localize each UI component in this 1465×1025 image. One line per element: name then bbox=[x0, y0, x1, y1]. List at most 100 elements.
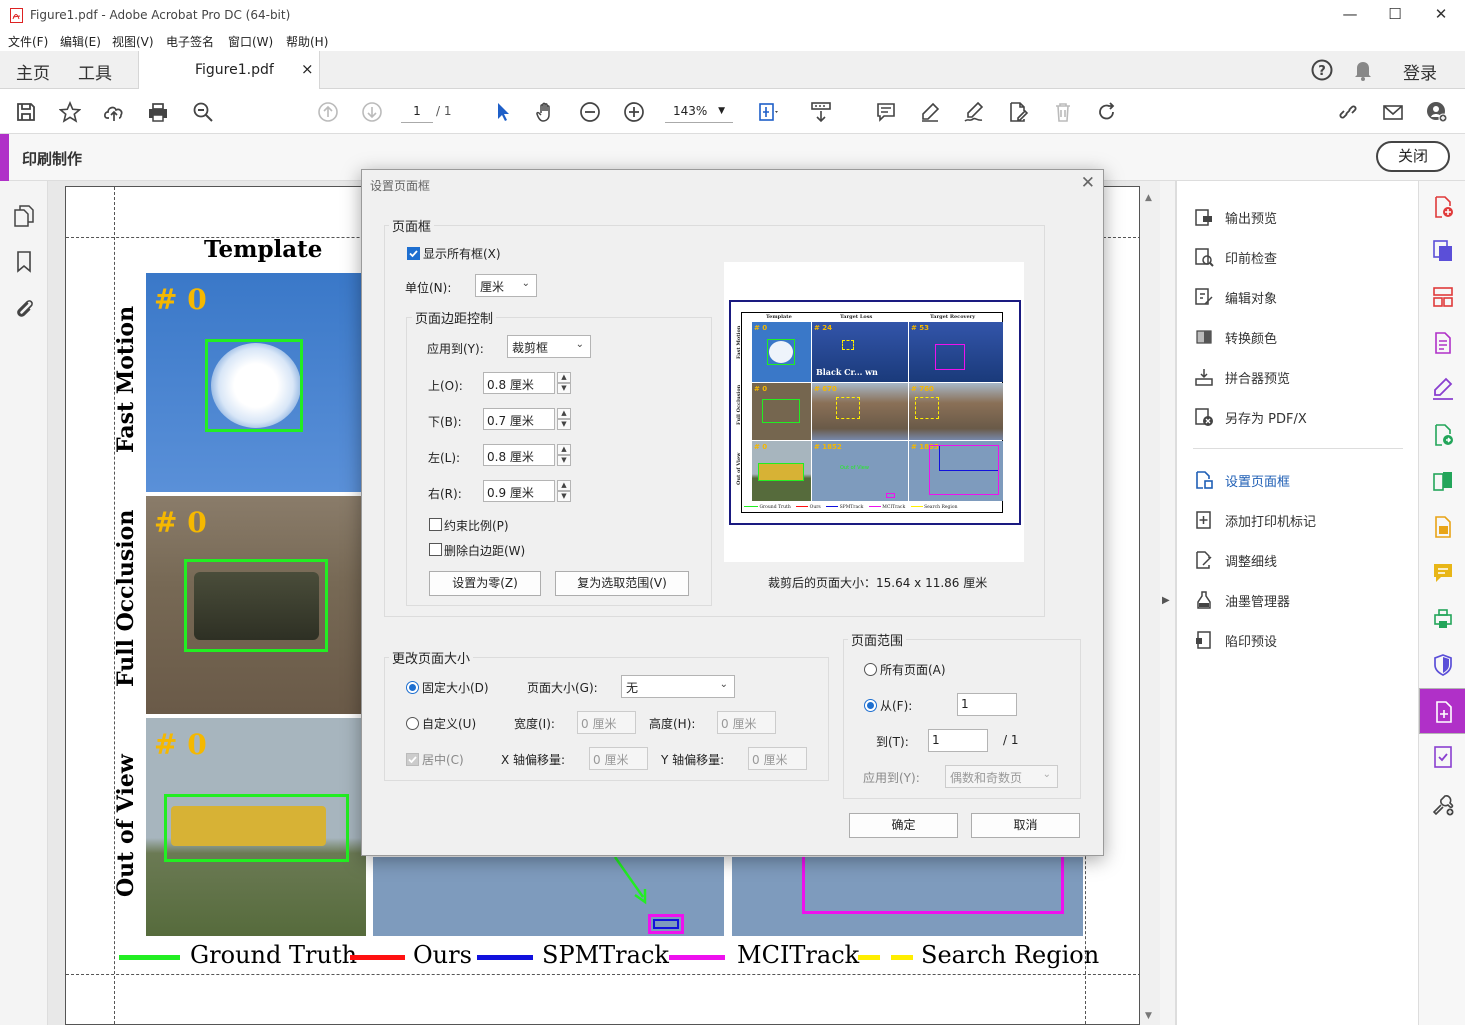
comment-tool-icon[interactable] bbox=[1431, 561, 1455, 585]
increment-icon[interactable]: ▲ bbox=[557, 444, 571, 455]
select-cursor-icon[interactable] bbox=[490, 99, 516, 125]
x-offset-input[interactable]: 0 厘米 bbox=[589, 747, 648, 770]
left-margin-input[interactable]: 0.8 厘米 bbox=[483, 444, 555, 466]
account-add-icon[interactable] bbox=[1424, 99, 1450, 125]
all-pages-radio[interactable] bbox=[864, 663, 877, 676]
fit-page-icon[interactable] bbox=[755, 99, 781, 125]
compare-files-icon[interactable] bbox=[1431, 469, 1455, 493]
tool-trap-presets[interactable]: 陷印预设 bbox=[1193, 628, 1277, 652]
tool-fix-hairlines[interactable]: 调整细线 bbox=[1193, 548, 1277, 572]
edit-pdf-icon[interactable] bbox=[1005, 99, 1031, 125]
tool-preflight[interactable]: 印前检查 bbox=[1193, 245, 1277, 269]
decrement-icon[interactable]: ▼ bbox=[557, 455, 571, 466]
tool-edit-object[interactable]: 编辑对象 bbox=[1193, 285, 1277, 309]
tab-tools[interactable]: 工具 bbox=[78, 59, 112, 84]
decrement-icon[interactable]: ▼ bbox=[557, 419, 571, 430]
zoom-level-select[interactable]: 143% ▼ bbox=[665, 101, 733, 123]
bottom-margin-input[interactable]: 0.7 厘米 bbox=[483, 408, 555, 430]
fixed-size-radio[interactable] bbox=[406, 681, 419, 694]
tool-ink-manager[interactable]: 油墨管理器 bbox=[1193, 588, 1290, 612]
remove-white-margins-checkbox[interactable] bbox=[429, 543, 442, 556]
increment-icon[interactable]: ▲ bbox=[557, 480, 571, 491]
combine-files-icon[interactable] bbox=[1431, 239, 1455, 263]
export-pdf-icon[interactable] bbox=[1431, 423, 1455, 447]
set-to-zero-button[interactable]: 设置为零(Z) bbox=[429, 571, 541, 596]
page-thumbnails-icon[interactable] bbox=[14, 205, 34, 227]
apply-to-select[interactable]: 裁剪框 ⌄ bbox=[507, 335, 591, 358]
login-button[interactable]: 登录 bbox=[1403, 59, 1437, 84]
menu-view[interactable]: 视图(V) bbox=[112, 33, 154, 50]
tab-home[interactable]: 主页 bbox=[16, 59, 50, 84]
tab-close-icon[interactable]: × bbox=[301, 60, 314, 78]
rotate-icon[interactable] bbox=[1094, 99, 1120, 125]
scroll-down-arrow-icon[interactable]: ▼ bbox=[1145, 1011, 1152, 1021]
menu-help[interactable]: 帮助(H) bbox=[286, 33, 328, 50]
page-up-icon[interactable] bbox=[315, 99, 341, 125]
notification-bell-icon[interactable] bbox=[1353, 59, 1373, 81]
page-size-select[interactable]: 无 ⌄ bbox=[621, 675, 735, 698]
zoom-in-icon[interactable] bbox=[621, 99, 647, 125]
comment-icon[interactable] bbox=[873, 99, 899, 125]
active-tool-highlight[interactable] bbox=[1419, 688, 1465, 734]
tool-save-as-pdfx[interactable]: 另存为 PDF/X bbox=[1193, 405, 1307, 429]
tool-flattener-preview[interactable]: 拼合器预览 bbox=[1193, 365, 1290, 389]
protect-shield-icon[interactable] bbox=[1431, 653, 1455, 677]
left-margin-stepper[interactable]: 0.8 厘米 ▲ ▼ bbox=[483, 444, 572, 466]
share-link-icon[interactable] bbox=[1335, 99, 1361, 125]
menu-window[interactable]: 窗口(W) bbox=[228, 33, 273, 50]
scroll-up-arrow-icon[interactable]: ▲ bbox=[1145, 193, 1152, 203]
unit-select[interactable]: 厘米 ⌄ bbox=[475, 274, 537, 297]
revert-to-selection-button[interactable]: 复为选取范围(V) bbox=[555, 571, 689, 596]
scroll-mode-icon[interactable] bbox=[808, 99, 834, 125]
constrain-proportions-checkbox[interactable] bbox=[429, 518, 442, 531]
decrement-icon[interactable]: ▼ bbox=[557, 383, 571, 394]
page-down-icon[interactable] bbox=[359, 99, 385, 125]
cancel-button[interactable]: 取消 bbox=[971, 813, 1080, 838]
to-page-input[interactable]: 1 bbox=[928, 729, 988, 752]
tool-add-printer-marks[interactable]: 添加打印机标记 bbox=[1193, 508, 1316, 532]
zoom-out-icon[interactable] bbox=[577, 99, 603, 125]
show-all-boxes-checkbox[interactable] bbox=[407, 247, 420, 260]
center-checkbox[interactable] bbox=[406, 753, 419, 766]
print-icon[interactable] bbox=[145, 99, 171, 125]
maximize-icon[interactable]: ☐ bbox=[1380, 5, 1410, 23]
standards-check-icon[interactable] bbox=[1431, 745, 1455, 769]
page-number-input[interactable]: 1 bbox=[401, 101, 433, 123]
sign-icon[interactable] bbox=[961, 99, 987, 125]
custom-size-radio[interactable] bbox=[406, 717, 419, 730]
menu-file[interactable]: 文件(F) bbox=[8, 33, 48, 50]
scan-ocr-icon[interactable] bbox=[1431, 515, 1455, 539]
right-margin-input[interactable]: 0.9 厘米 bbox=[483, 480, 555, 502]
bookmark-star-icon[interactable] bbox=[57, 99, 83, 125]
tool-convert-colors[interactable]: 转换颜色 bbox=[1193, 325, 1277, 349]
minimize-icon[interactable]: — bbox=[1335, 5, 1365, 23]
tool-set-page-boxes[interactable]: 设置页面框 bbox=[1193, 468, 1290, 492]
increment-icon[interactable]: ▲ bbox=[557, 408, 571, 419]
height-input[interactable]: 0 厘米 bbox=[717, 711, 776, 734]
decrement-icon[interactable]: ▼ bbox=[557, 491, 571, 502]
width-input[interactable]: 0 厘米 bbox=[577, 711, 636, 734]
highlight-pen-icon[interactable] bbox=[917, 99, 943, 125]
print-production-rail-icon[interactable] bbox=[1431, 607, 1455, 631]
y-offset-input[interactable]: 0 厘米 bbox=[748, 747, 807, 770]
help-icon[interactable]: ? bbox=[1311, 59, 1333, 81]
fill-sign-icon[interactable] bbox=[1431, 377, 1455, 401]
create-pdf-icon[interactable] bbox=[1431, 195, 1455, 219]
more-tools-wrench-icon[interactable] bbox=[1431, 793, 1455, 817]
hand-pan-icon[interactable] bbox=[533, 99, 559, 125]
menu-edit[interactable]: 编辑(E) bbox=[60, 33, 101, 50]
zoom-search-icon[interactable] bbox=[190, 99, 216, 125]
delete-icon[interactable] bbox=[1050, 99, 1076, 125]
edit-text-icon[interactable] bbox=[1431, 331, 1455, 355]
bottom-margin-stepper[interactable]: 0.7 厘米 ▲ ▼ bbox=[483, 408, 572, 430]
increment-icon[interactable]: ▲ bbox=[557, 372, 571, 383]
attachments-icon[interactable] bbox=[14, 297, 34, 319]
menu-esign[interactable]: 电子签名 bbox=[166, 33, 214, 50]
apply-pages-select[interactable]: 偶数和奇数页 ⌄ bbox=[945, 765, 1058, 788]
from-page-radio[interactable] bbox=[864, 699, 877, 712]
from-page-input[interactable]: 1 bbox=[957, 693, 1017, 716]
dialog-close-icon[interactable]: ✕ bbox=[1081, 173, 1095, 193]
top-margin-stepper[interactable]: 0.8 厘米 ▲ ▼ bbox=[483, 372, 572, 394]
cloud-upload-icon[interactable] bbox=[101, 99, 127, 125]
tab-document[interactable]: Figure1.pdf × bbox=[138, 51, 320, 89]
